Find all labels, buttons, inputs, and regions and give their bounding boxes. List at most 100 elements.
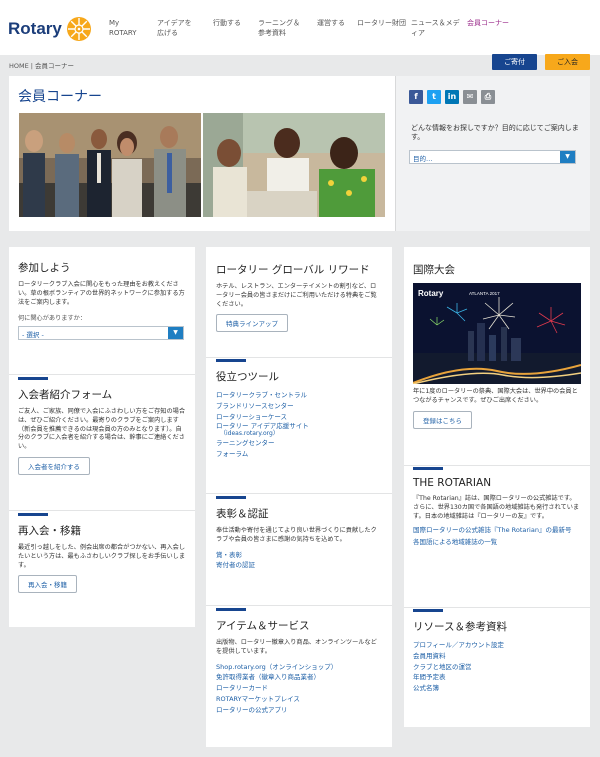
section-title: 入会者紹介フォーム: [18, 389, 113, 401]
link-club-district[interactable]: クラブと地区の運営: [413, 662, 581, 673]
section-title: THE ROTARIAN: [413, 477, 492, 489]
link-club-central[interactable]: ロータリークラブ・セントラル: [216, 390, 382, 401]
facebook-icon[interactable]: f: [409, 90, 423, 104]
nav-ideas[interactable]: アイデアを 広げる: [157, 18, 192, 38]
link-licensed-vendors[interactable]: 免許取得業者（徽章入り商品業者）: [216, 672, 382, 683]
link-member-materials[interactable]: 会員用資料: [413, 651, 581, 662]
section-body: 奉仕活動や寄付を通じてより良い世界づくりに貢献したクラブや会員の皆さまに感謝の気…: [216, 527, 377, 543]
link-donor-recognition[interactable]: 寄付者の認証: [216, 560, 382, 571]
nav-my-rotary[interactable]: My ROTARY: [109, 18, 137, 38]
section-body: 最近引っ越しをした、例会出席の都合がつかない、再入会したいという方は、最もふさわ…: [18, 544, 186, 569]
refer-member-button[interactable]: 入会者を紹介する: [18, 456, 90, 475]
convention-badge: ATLANTA 2017: [469, 291, 500, 296]
page-title: 会員コーナー: [18, 89, 102, 105]
twitter-icon[interactable]: t: [427, 90, 441, 104]
section-title: 再入会・移籍: [18, 525, 81, 537]
link-calendar[interactable]: 年間予定表: [413, 672, 581, 683]
section-title: ロータリー グローバル リワード: [216, 264, 370, 276]
section-referral: 入会者紹介フォーム ご友人、ご家族、同僚で入会にふさわしい方をご存知の場合は、ぜ…: [9, 377, 195, 475]
print-icon[interactable]: ⎙: [481, 90, 495, 104]
chevron-down-icon[interactable]: ▼: [560, 151, 575, 163]
search-prompt: どんな情報をお探しですか？目的に応じてご案内します。: [411, 124, 579, 141]
section-title: 表彰＆認証: [216, 508, 269, 520]
hero-photo: [19, 113, 385, 217]
purpose-select-value: 目的…: [413, 155, 433, 163]
link-official-app[interactable]: ロータリーの公式アプリ: [216, 705, 382, 716]
link-learning-center[interactable]: ラーニングセンター: [216, 438, 382, 449]
nav-learning[interactable]: ラーニング＆ 参考資料: [258, 18, 300, 38]
section-body: 年に1度のロータリーの祭典、国際大会は、世界中の会員とつながるチャンスです。ぜひ…: [413, 388, 578, 404]
divider: [9, 374, 195, 375]
nav-take-action[interactable]: 行動する: [213, 18, 241, 28]
link-awards[interactable]: 賞・表彰: [216, 550, 382, 561]
divider: [404, 465, 590, 466]
section-accent: [413, 467, 443, 470]
convention-image[interactable]: Rotary ATLANTA 2017: [413, 283, 581, 384]
link-marketplace[interactable]: ROTARYマーケットプレイス: [216, 694, 382, 705]
section-body: ご友人、ご家族、同僚で入会にふさわしい方をご存知の場合は、ぜひご紹介ください。最…: [18, 408, 186, 451]
divider: [206, 493, 392, 494]
logo-text: Rotary: [8, 19, 62, 38]
interest-select-value: - 選択 -: [22, 331, 44, 340]
section-resources: リソース＆参考資料 プロフィール／アカウント設定 会員用資料 クラブと地区の運営…: [404, 609, 590, 694]
divider: [206, 357, 392, 358]
email-icon[interactable]: ✉: [463, 90, 477, 104]
section-accent: [216, 359, 246, 362]
column-join: 参加しよう ロータリークラブ入会に関心をもった理由をお教えください。草の根ボラン…: [9, 247, 195, 627]
section-body: ホテル、レストラン、エンターテイメントの割引など、ロータリー会員の皆さまだけにご…: [216, 283, 377, 308]
divider: [9, 510, 195, 511]
breadcrumb[interactable]: HOME | 会員コーナー: [9, 60, 74, 70]
section-title: アイテム＆サービス: [216, 620, 310, 632]
link-brand-center[interactable]: ブランドリソースセンター: [216, 401, 382, 412]
rotary-logo[interactable]: Rotary: [8, 14, 94, 44]
section-tools: 役立つツール ロータリークラブ・セントラル ブランドリソースセンター ロータリー…: [206, 359, 392, 460]
section-title: 国際大会: [413, 264, 455, 276]
convention-logo-text: Rotary: [418, 289, 444, 298]
join-button[interactable]: ご入会: [545, 54, 590, 70]
link-showcase[interactable]: ロータリーショーケース: [216, 412, 382, 423]
interest-label: 何に関心がありますか：: [18, 315, 87, 323]
divider: [404, 607, 590, 608]
nav-manage[interactable]: 運営する: [317, 18, 345, 28]
link-ideas-sub[interactable]: （ideas.rotary.org）: [220, 430, 382, 438]
linkedin-icon[interactable]: in: [445, 90, 459, 104]
rejoin-button[interactable]: 再入会・移籍: [18, 575, 77, 594]
link-rotary-card[interactable]: ロータリーカード: [216, 683, 382, 694]
section-body: 『The Rotarian』誌は、国際ロータリーの公式雑誌です。さらに、世界13…: [413, 495, 580, 520]
section-items-services: アイテム＆サービス 出版物、ロータリー徽章入り商品、オンラインツールなどを提供し…: [206, 608, 392, 716]
section-title: リソース＆参考資料: [413, 621, 507, 633]
column-benefits: ロータリー グローバル リワード ホテル、レストラン、エンターテイメントの割引な…: [206, 247, 392, 747]
section-accent: [18, 513, 48, 516]
donate-button[interactable]: ご寄付: [492, 54, 537, 70]
section-title: 参加しよう: [18, 262, 71, 274]
nav-foundation[interactable]: ロータリー財団: [357, 18, 406, 28]
rewards-button[interactable]: 特典ラインアップ: [216, 314, 288, 333]
interest-select[interactable]: - 選択 - ▼: [18, 326, 184, 341]
section-accent: [216, 608, 246, 611]
link-directory[interactable]: 公式名簿: [413, 683, 581, 694]
rotary-wheel-icon: [66, 17, 91, 41]
divider: [206, 605, 392, 606]
section-convention: 国際大会 Rotary ATLANTA 2017 年に1度のロータリーの祭典、国…: [404, 262, 590, 429]
link-profile-settings[interactable]: プロフィール／アカウント設定: [413, 640, 581, 651]
section-title: 役立つツール: [216, 371, 279, 383]
section-accent: [413, 609, 443, 612]
section-body: 出版物、ロータリー徽章入り商品、オンラインツールなどを提供しています。: [216, 639, 377, 655]
section-rejoin: 再入会・移籍 最近引っ越しをした、例会出席の都合がつかない、再入会したいという方…: [9, 513, 195, 594]
nav-news-media[interactable]: ニュース＆メデ ィア: [411, 18, 460, 38]
section-body: ロータリークラブ入会に関心をもった理由をお教えください。草の根ボランティアの世界…: [18, 281, 185, 306]
section-accent: [18, 377, 48, 380]
link-latest-issue[interactable]: 国際ロータリーの公式雑誌『The Rotarian』の最新号: [413, 526, 581, 535]
column-news: 国際大会 Rotary ATLANTA 2017 年に1度のロータリーの祭典、国…: [404, 247, 590, 727]
link-forum[interactable]: フォーラム: [216, 449, 382, 460]
register-button[interactable]: 登録はこちら: [413, 410, 472, 429]
link-regional-magazines[interactable]: 各国語による地域雑誌の一覧: [413, 537, 581, 548]
chevron-down-icon[interactable]: ▼: [168, 327, 183, 340]
section-awards: 表彰＆認証 奉仕活動や寄付を通じてより良い世界づくりに貢献したクラブや会員の皆さ…: [206, 496, 392, 571]
section-participate: 参加しよう ロータリークラブ入会に関心をもった理由をお教えください。草の根ボラン…: [9, 260, 195, 341]
nav-member-center[interactable]: 会員コーナー: [467, 18, 509, 28]
link-ideas[interactable]: ロータリー アイデア応援サイト: [216, 422, 382, 430]
link-shop[interactable]: Shop.rotary.org（オンラインショップ）: [216, 662, 382, 673]
purpose-select[interactable]: 目的… ▼: [409, 150, 576, 164]
section-accent: [216, 496, 246, 499]
